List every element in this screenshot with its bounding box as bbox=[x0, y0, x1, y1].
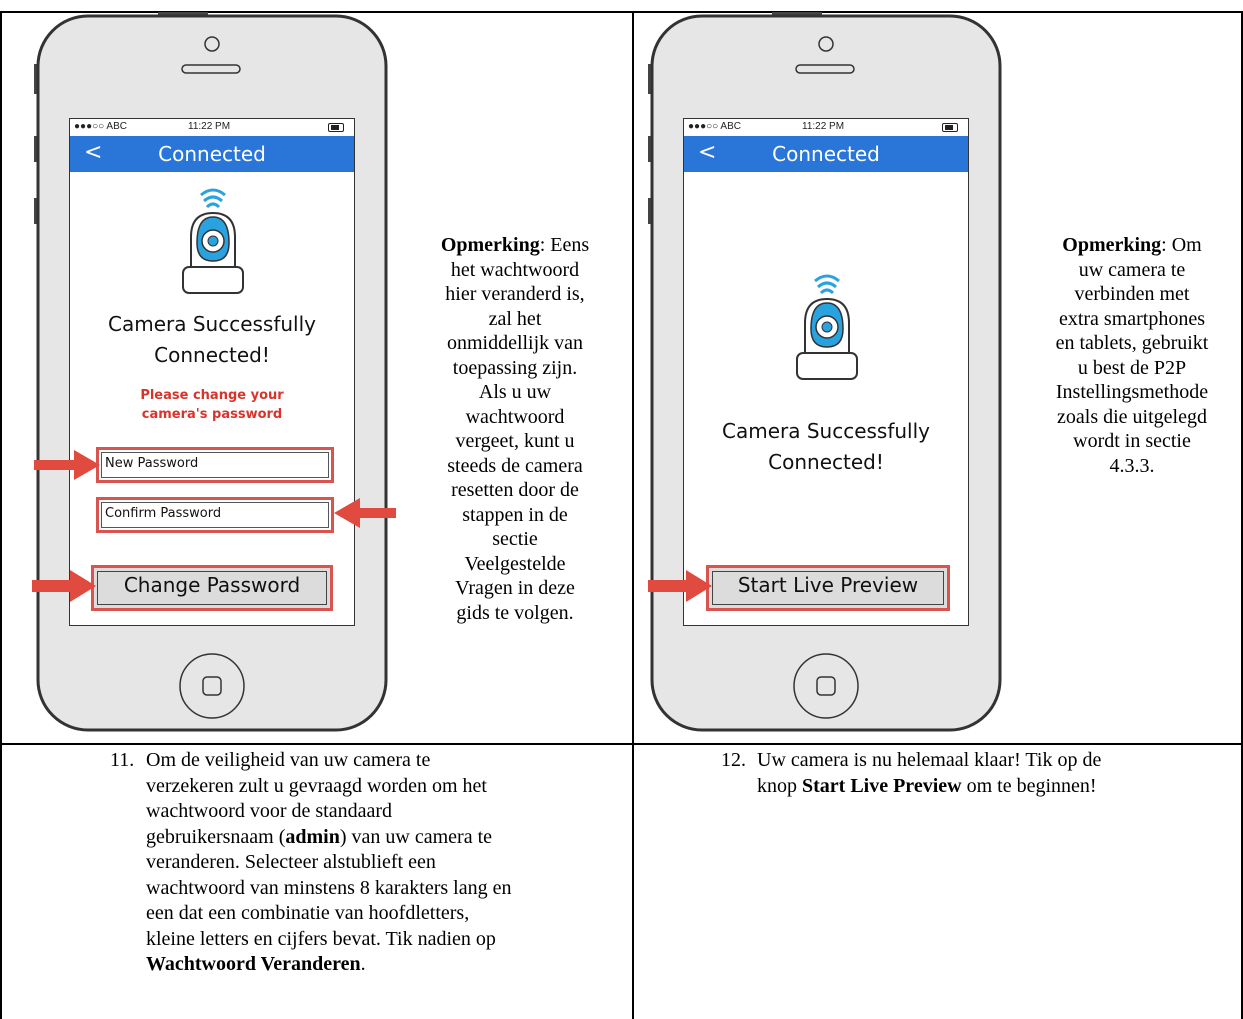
note-right-line: extra smartphones bbox=[1058, 307, 1206, 330]
password-message-line1: Please change your bbox=[140, 388, 284, 403]
change-password-button[interactable]: Change Password bbox=[91, 565, 333, 611]
note-left-line: steeds de camera bbox=[447, 454, 583, 477]
note-right-first-line: Opmerking: Om bbox=[1062, 234, 1202, 256]
note-left-line: onmiddellijk van bbox=[446, 332, 584, 354]
note-left: Opmerking: Eens het wachtwoord hier veran… bbox=[400, 233, 630, 625]
arrow-right-icon bbox=[34, 450, 100, 480]
status-bar: ●●●○○ ABC 11:22 PM bbox=[70, 119, 354, 135]
note-left-line: zal het bbox=[488, 307, 542, 330]
note-right-line: u best de P2P bbox=[1077, 356, 1187, 379]
arrow-left-icon bbox=[334, 498, 396, 528]
nav-bar: < Connected bbox=[70, 136, 354, 172]
password-message-line2: camera's password bbox=[141, 407, 283, 422]
phone-screen: ●●●○○ ABC 11:22 PM < Connected Camera Su… bbox=[683, 118, 969, 626]
start-live-preview-button[interactable]: Start Live Preview bbox=[706, 565, 950, 611]
note-right-label: Opmerking bbox=[1062, 234, 1162, 256]
status-time: 11:22 PM bbox=[802, 121, 845, 132]
note-left-line: Als u uw bbox=[478, 381, 552, 403]
change-password-reference: Wachtwoord Veranderen bbox=[146, 953, 361, 975]
arrow-right-icon bbox=[32, 570, 96, 602]
camera-icon bbox=[182, 188, 244, 294]
nav-bar: < Connected bbox=[684, 136, 968, 172]
note-right: Opmerking: Om uw camera te verbinden met e… bbox=[1022, 233, 1242, 478]
note-left-line: toepassing zijn. bbox=[452, 356, 578, 379]
admin-username: admin bbox=[285, 825, 340, 848]
step-12-number: 12. bbox=[721, 749, 746, 771]
battery-icon bbox=[328, 123, 344, 132]
camera-icon bbox=[796, 274, 858, 380]
note-left-line: sectie bbox=[492, 528, 538, 550]
status-bar: ●●●○○ ABC 11:22 PM bbox=[684, 119, 968, 135]
phone-screen: ●●●○○ ABC 11:22 PM < Connected Camera Su… bbox=[69, 118, 355, 626]
nav-title: Connected bbox=[158, 142, 266, 166]
success-title-line2: Connected! bbox=[768, 450, 884, 474]
confirm-password-placeholder: Confirm Password bbox=[105, 506, 222, 521]
note-left-line: stappen in de bbox=[462, 503, 568, 526]
step-11-text: Om de veiligheid van uw camera te verzek… bbox=[146, 749, 512, 975]
note-right-line: 4.3.3. bbox=[1109, 454, 1155, 477]
note-left-line: Vragen in deze bbox=[455, 577, 575, 599]
nav-title: Connected bbox=[772, 142, 880, 166]
table-center-divider bbox=[632, 11, 634, 1019]
success-title-line1: Camera Successfully bbox=[721, 419, 931, 443]
success-title-line1: Camera Successfully bbox=[107, 312, 317, 336]
note-right-line: Instellingsmethode bbox=[1055, 381, 1209, 403]
new-password-placeholder: New Password bbox=[105, 456, 199, 471]
note-left-line: het wachtwoord bbox=[450, 258, 580, 281]
step-11-number: 11. bbox=[110, 749, 135, 771]
note-left-line: wachtwoord bbox=[465, 405, 565, 428]
carrier-label: ●●●○○ ABC bbox=[688, 121, 741, 132]
battery-icon bbox=[942, 123, 958, 132]
note-left-line: Veelgestelde bbox=[464, 552, 566, 575]
note-left-line: hier veranderd is, bbox=[445, 283, 585, 305]
table-row-divider bbox=[0, 743, 1243, 745]
note-right-line: en tablets, gebruikt bbox=[1055, 332, 1209, 354]
note-left-line: resetten door de bbox=[451, 479, 579, 501]
note-left-line: gids te volgen. bbox=[456, 601, 574, 624]
new-password-input[interactable]: New Password bbox=[96, 447, 334, 483]
table-left-border bbox=[0, 11, 2, 1019]
confirm-password-input[interactable]: Confirm Password bbox=[96, 497, 334, 533]
right-phone: ●●●○○ ABC 11:22 PM < Connected Camera Su… bbox=[648, 12, 1004, 734]
note-right-line: wordt in sectie bbox=[1073, 430, 1191, 452]
note-right-line: uw camera te bbox=[1078, 258, 1186, 281]
carrier-label: ●●●○○ ABC bbox=[74, 121, 127, 132]
success-title-line2: Connected! bbox=[154, 343, 270, 367]
note-left-label: Opmerking bbox=[440, 234, 540, 256]
note-right-line: zoals die uitgelegd bbox=[1057, 405, 1207, 428]
step-12-text: Uw camera is nu helemaal klaar! Tik op d… bbox=[757, 749, 1102, 797]
start-live-preview-reference: Start Live Preview bbox=[802, 774, 962, 797]
note-left-first-line: Opmerking: Eens bbox=[440, 234, 590, 256]
left-phone: ●●●○○ ABC 11:22 PM < Connected Camera Su… bbox=[34, 12, 390, 734]
note-right-line: verbinden met bbox=[1074, 283, 1190, 305]
note-left-line: vergeet, kunt u bbox=[455, 430, 575, 452]
arrow-right-icon bbox=[648, 570, 712, 602]
status-time: 11:22 PM bbox=[188, 121, 231, 132]
